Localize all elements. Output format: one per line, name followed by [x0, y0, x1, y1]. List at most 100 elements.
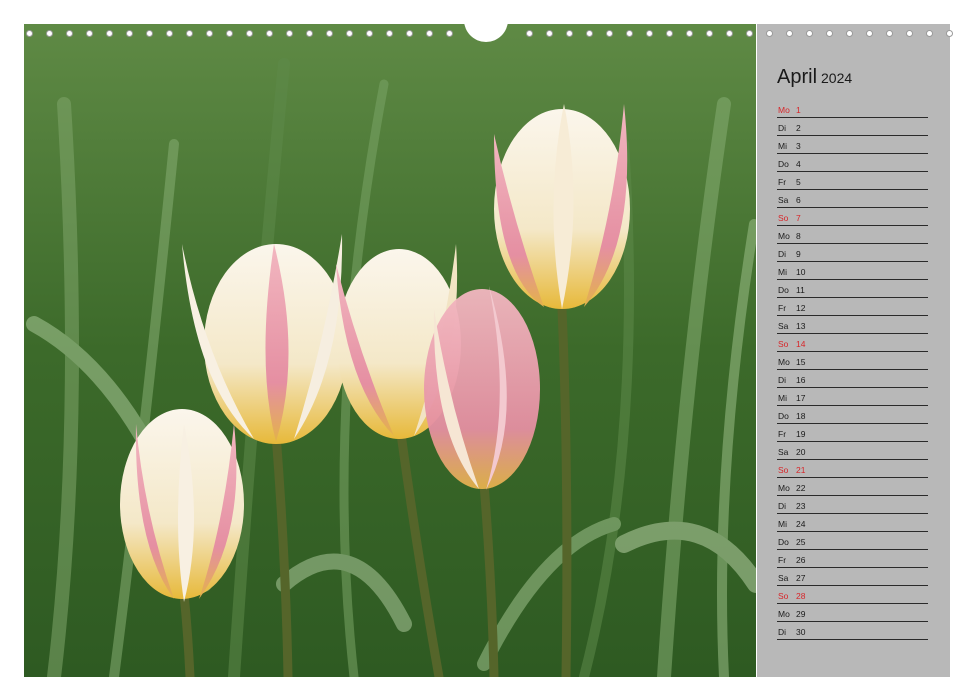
binding-hole: [66, 30, 73, 37]
weekday-label: Mi: [778, 519, 787, 529]
day-number: 2: [796, 123, 801, 133]
weekday-label: Sa: [778, 321, 789, 331]
day-row: Sa 27: [777, 568, 928, 586]
weekday-label: So: [778, 339, 789, 349]
day-number: 16: [796, 375, 806, 385]
binding-hole: [646, 30, 653, 37]
day-row: Fr 5: [777, 172, 928, 190]
binding-hole: [86, 30, 93, 37]
day-row: Mo 1: [777, 100, 928, 118]
day-row: Sa 6: [777, 190, 928, 208]
day-number: 15: [796, 357, 806, 367]
weekday-label: Di: [778, 501, 787, 511]
day-number: 14: [796, 339, 806, 349]
day-number: 1: [796, 105, 801, 115]
day-row: Di 2: [777, 118, 928, 136]
day-row: Mo 15: [777, 352, 928, 370]
binding-hole: [166, 30, 173, 37]
day-number: 21: [796, 465, 806, 475]
weekday-label: Mo: [778, 357, 790, 367]
day-row: Di 23: [777, 496, 928, 514]
tulip-photo: [24, 24, 756, 677]
day-number: 22: [796, 483, 806, 493]
weekday-label: Di: [778, 249, 787, 259]
day-number: 17: [796, 393, 806, 403]
binding-hole: [906, 30, 913, 37]
binding-hole: [106, 30, 113, 37]
weekday-label: Fr: [778, 303, 787, 313]
binding-hole: [206, 30, 213, 37]
day-row: Di 9: [777, 244, 928, 262]
day-number: 26: [796, 555, 806, 565]
binding-hole: [366, 30, 373, 37]
binding-hole: [686, 30, 693, 37]
binding-hole: [806, 30, 813, 37]
day-row: Mi 10: [777, 262, 928, 280]
day-row: Fr 26: [777, 550, 928, 568]
weekday-label: So: [778, 591, 789, 601]
binding-hole: [226, 30, 233, 37]
day-number: 3: [796, 141, 801, 151]
day-row: Di 30: [777, 622, 928, 640]
binding-hole: [266, 30, 273, 37]
binding-hole: [626, 30, 633, 37]
day-number: 28: [796, 591, 806, 601]
day-number: 12: [796, 303, 806, 313]
calendar-page: April 2024 Mo 1 Di 2 Mi 3 Do 4 Fr 5 Sa 6 So 7 Mo 8 Di 9 Mi 1…: [24, 20, 953, 677]
calendar-sidebar: April 2024 Mo 1 Di 2 Mi 3 Do 4 Fr 5 Sa 6 So 7 Mo 8 Di 9 Mi 1…: [757, 24, 950, 677]
binding-hole: [426, 30, 433, 37]
binding-hole: [766, 30, 773, 37]
day-row: Fr 19: [777, 424, 928, 442]
weekday-label: Sa: [778, 447, 789, 457]
day-number: 27: [796, 573, 806, 583]
day-row: Sa 13: [777, 316, 928, 334]
weekday-label: Mo: [778, 231, 790, 241]
binding-hole: [286, 30, 293, 37]
day-number: 7: [796, 213, 801, 223]
month-name: April: [777, 66, 818, 88]
weekday-label: Mi: [778, 393, 787, 403]
weekday-label: Do: [778, 411, 789, 421]
binding-hole: [326, 30, 333, 37]
weekday-label: Do: [778, 537, 789, 547]
binding-hole: [846, 30, 853, 37]
weekday-label: Di: [778, 123, 787, 133]
binding-hole: [546, 30, 553, 37]
day-row: Fr 12: [777, 298, 928, 316]
weekday-label: Sa: [778, 195, 789, 205]
spiral-binding: [24, 20, 953, 44]
day-number: 24: [796, 519, 806, 529]
day-number: 8: [796, 231, 801, 241]
month-heading: April 2024: [777, 66, 852, 89]
binding-hole: [186, 30, 193, 37]
weekday-label: Do: [778, 159, 789, 169]
day-number: 13: [796, 321, 806, 331]
day-row: So 28: [777, 586, 928, 604]
binding-hole: [726, 30, 733, 37]
day-row: Mi 17: [777, 388, 928, 406]
weekday-label: Mi: [778, 141, 787, 151]
day-number: 30: [796, 627, 806, 637]
day-number: 18: [796, 411, 806, 421]
day-row: Mo 22: [777, 478, 928, 496]
weekday-label: Sa: [778, 573, 789, 583]
binding-hole: [926, 30, 933, 37]
day-number: 20: [796, 447, 806, 457]
weekday-label: Fr: [778, 177, 787, 187]
binding-hole: [446, 30, 453, 37]
hanger-notch: [464, 20, 508, 42]
day-row: Mo 8: [777, 226, 928, 244]
weekday-label: Do: [778, 285, 789, 295]
day-row: Do 18: [777, 406, 928, 424]
binding-hole: [526, 30, 533, 37]
day-row: So 14: [777, 334, 928, 352]
day-number: 25: [796, 537, 806, 547]
weekday-label: So: [778, 465, 789, 475]
day-list: Mo 1 Di 2 Mi 3 Do 4 Fr 5 Sa 6 So 7 Mo 8 Di 9 Mi 10 Do 11 Fr 12 S…: [777, 100, 928, 640]
day-row: Mi 3: [777, 136, 928, 154]
day-number: 10: [796, 267, 806, 277]
binding-hole: [866, 30, 873, 37]
day-row: Sa 20: [777, 442, 928, 460]
binding-hole: [706, 30, 713, 37]
weekday-label: Mo: [778, 483, 790, 493]
